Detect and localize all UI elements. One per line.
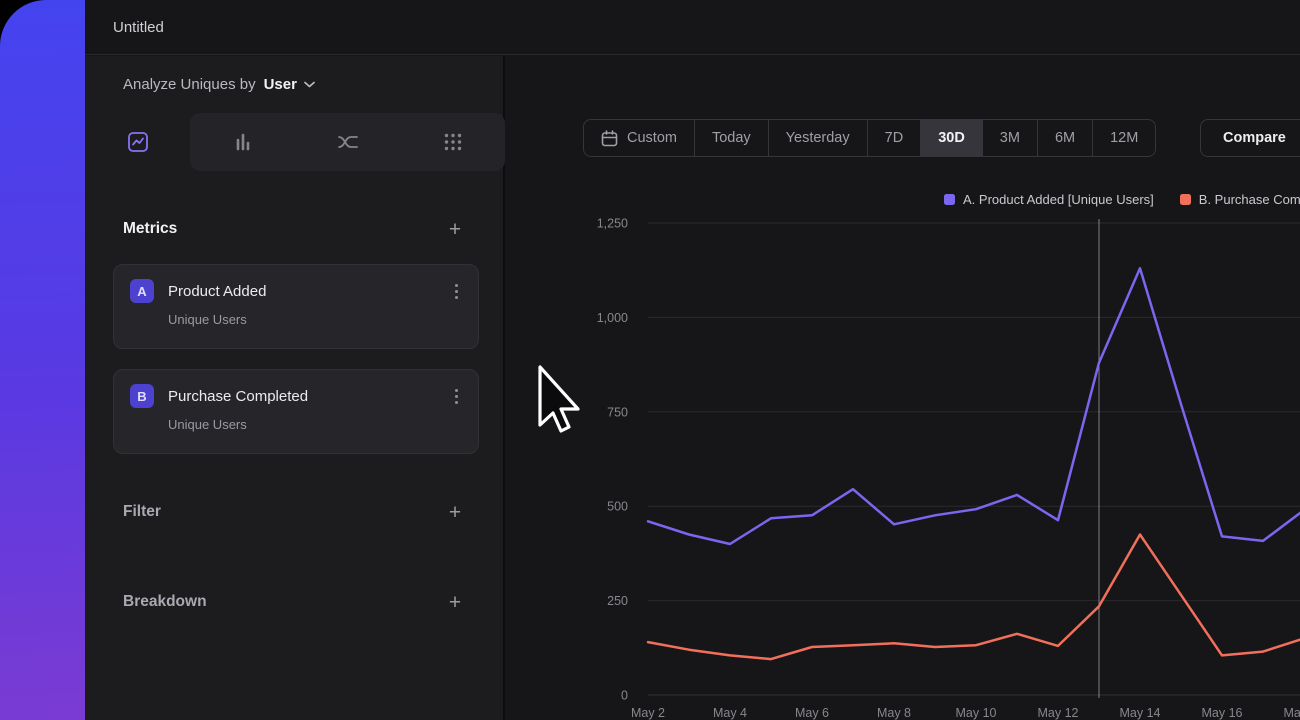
svg-text:May 4: May 4	[713, 706, 747, 720]
svg-text:250: 250	[607, 594, 628, 608]
tab-retention[interactable]	[400, 113, 505, 171]
tab-flows[interactable]	[295, 113, 400, 171]
metric-card-a[interactable]: A Product Added Unique Users	[113, 264, 479, 349]
metric-measurement[interactable]: Unique Users	[168, 312, 462, 327]
svg-text:May 6: May 6	[795, 706, 829, 720]
metric-badge: B	[130, 384, 154, 408]
filter-section-header: Filter +	[85, 494, 505, 530]
metric-card-list: A Product Added Unique Users B Purchase Comp…	[113, 264, 479, 474]
svg-text:750: 750	[607, 405, 628, 419]
kebab-menu-icon[interactable]	[451, 280, 462, 303]
tab-insights[interactable]	[85, 113, 190, 171]
app-window: Untitled Analyze Uniques by User	[0, 0, 1300, 720]
topbar: Untitled	[85, 0, 1300, 55]
svg-text:May 10: May 10	[956, 706, 997, 720]
add-breakdown-button[interactable]: +	[444, 591, 466, 613]
svg-text:May 16: May 16	[1202, 706, 1243, 720]
kebab-menu-icon[interactable]	[451, 385, 462, 408]
chart-type-tab-group	[190, 113, 505, 171]
analyze-uniques-label: Analyze Uniques by	[123, 76, 256, 93]
svg-text:1,250: 1,250	[597, 217, 628, 231]
svg-text:1,000: 1,000	[597, 311, 628, 325]
metric-name: Purchase Completed	[168, 388, 451, 405]
flows-icon	[336, 130, 360, 154]
uniques-by-selector[interactable]: User	[264, 76, 315, 93]
add-filter-button[interactable]: +	[444, 501, 466, 523]
metric-card-b[interactable]: B Purchase Completed Unique Users	[113, 369, 479, 454]
chevron-down-icon	[304, 81, 315, 88]
metrics-label: Metrics	[123, 220, 177, 238]
breakdown-label: Breakdown	[123, 593, 207, 611]
report-title: Untitled	[113, 19, 164, 36]
metric-badge: A	[130, 279, 154, 303]
svg-text:500: 500	[607, 500, 628, 514]
add-metric-button[interactable]: +	[444, 218, 466, 240]
bar-chart-icon	[231, 130, 255, 154]
svg-text:May 2: May 2	[631, 706, 665, 720]
metrics-section-header: Metrics +	[85, 211, 505, 247]
svg-text:0: 0	[621, 689, 628, 703]
metric-measurement[interactable]: Unique Users	[168, 417, 462, 432]
svg-text:May 8: May 8	[877, 706, 911, 720]
breakdown-section-header: Breakdown +	[85, 584, 505, 620]
line-chart-icon	[126, 130, 150, 154]
svg-text:May 18: May 18	[1284, 706, 1300, 720]
svg-text:May 12: May 12	[1038, 706, 1079, 720]
app-surface: Untitled Analyze Uniques by User	[85, 0, 1300, 720]
filter-label: Filter	[123, 503, 161, 521]
metric-name: Product Added	[168, 283, 451, 300]
tab-funnels[interactable]	[190, 113, 295, 171]
svg-text:May 14: May 14	[1120, 706, 1161, 720]
line-chart: 0 250 500 750 1,000 1,250 May 2 May 4 May 6 May 8…	[507, 56, 1300, 720]
dots-grid-icon	[441, 130, 465, 154]
query-builder-panel: Analyze Uniques by User	[85, 56, 505, 720]
chart-type-tabs	[85, 113, 505, 171]
chart-panel: CustomTodayYesterday7D30D3M6M12M Compare…	[507, 56, 1300, 720]
brand-gradient-sidebar	[0, 0, 85, 720]
panel-header: Analyze Uniques by User	[85, 56, 503, 113]
uniques-by-value: User	[264, 76, 297, 93]
